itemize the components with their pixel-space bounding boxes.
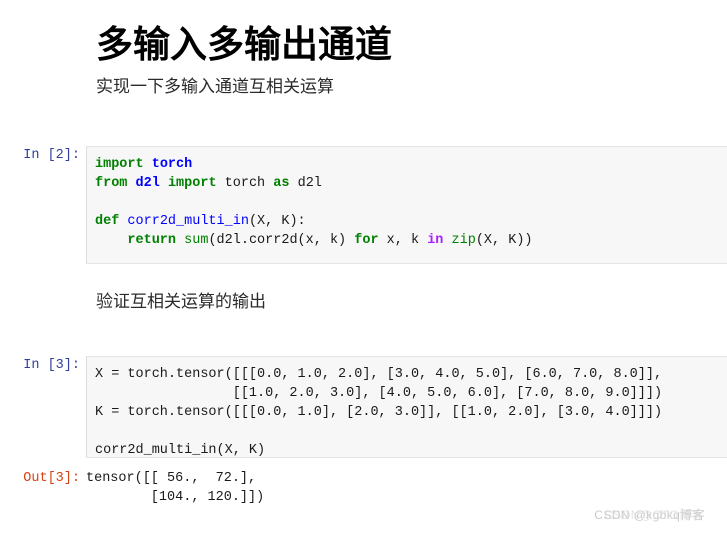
code-editor-area-2[interactable]: import torch from d2l import torch as d2… [86, 146, 727, 264]
markdown-middle-cell[interactable]: 验证互相关运算的输出 [96, 290, 266, 314]
output-result-text: tensor([[ 56., 72.], [104., 120.]]) [86, 471, 265, 505]
source-code-3[interactable]: X = torch.tensor([[[0.0, 1.0, 2.0], [3.0… [95, 365, 727, 460]
code-cell-in-3[interactable]: In [3]: X = torch.tensor([[[0.0, 1.0, 2.… [0, 356, 727, 458]
page-title: 多输入多输出通道 [96, 24, 392, 65]
markdown-subtitle-cell[interactable]: 实现一下多输入通道互相关运算 [96, 75, 727, 99]
csdn-watermark: CSDN @kgbkq博客 CSDN@CTO博客 [594, 506, 705, 523]
watermark-overlay-text: CSDN@CTO博客 [604, 508, 704, 522]
output-prompt-label-3: Out[3]: [23, 471, 80, 486]
code-cell-in-2[interactable]: In [2]: import torch from d2l import tor… [0, 146, 727, 264]
source-code-2[interactable]: import torch from d2l import torch as d2… [95, 155, 727, 250]
code-editor-area-3[interactable]: X = torch.tensor([[[0.0, 1.0, 2.0], [3.0… [86, 356, 727, 458]
page-subtitle: 实现一下多输入通道互相关运算 [96, 77, 334, 96]
output-text-area-3: tensor([[ 56., 72.], [104., 120.]]) [86, 469, 727, 507]
markdown-header-cell[interactable]: 多输入多输出通道 [96, 22, 727, 68]
input-prompt-label-2: In [2]: [23, 148, 80, 163]
input-prompt-label-3: In [3]: [23, 358, 80, 373]
output-cell-out-3: Out[3]: tensor([[ 56., 72.], [104., 120.… [0, 469, 727, 507]
jupyter-notebook-page: 多输入多输出通道 实现一下多输入通道互相关运算 In [2]: import t… [0, 0, 727, 533]
